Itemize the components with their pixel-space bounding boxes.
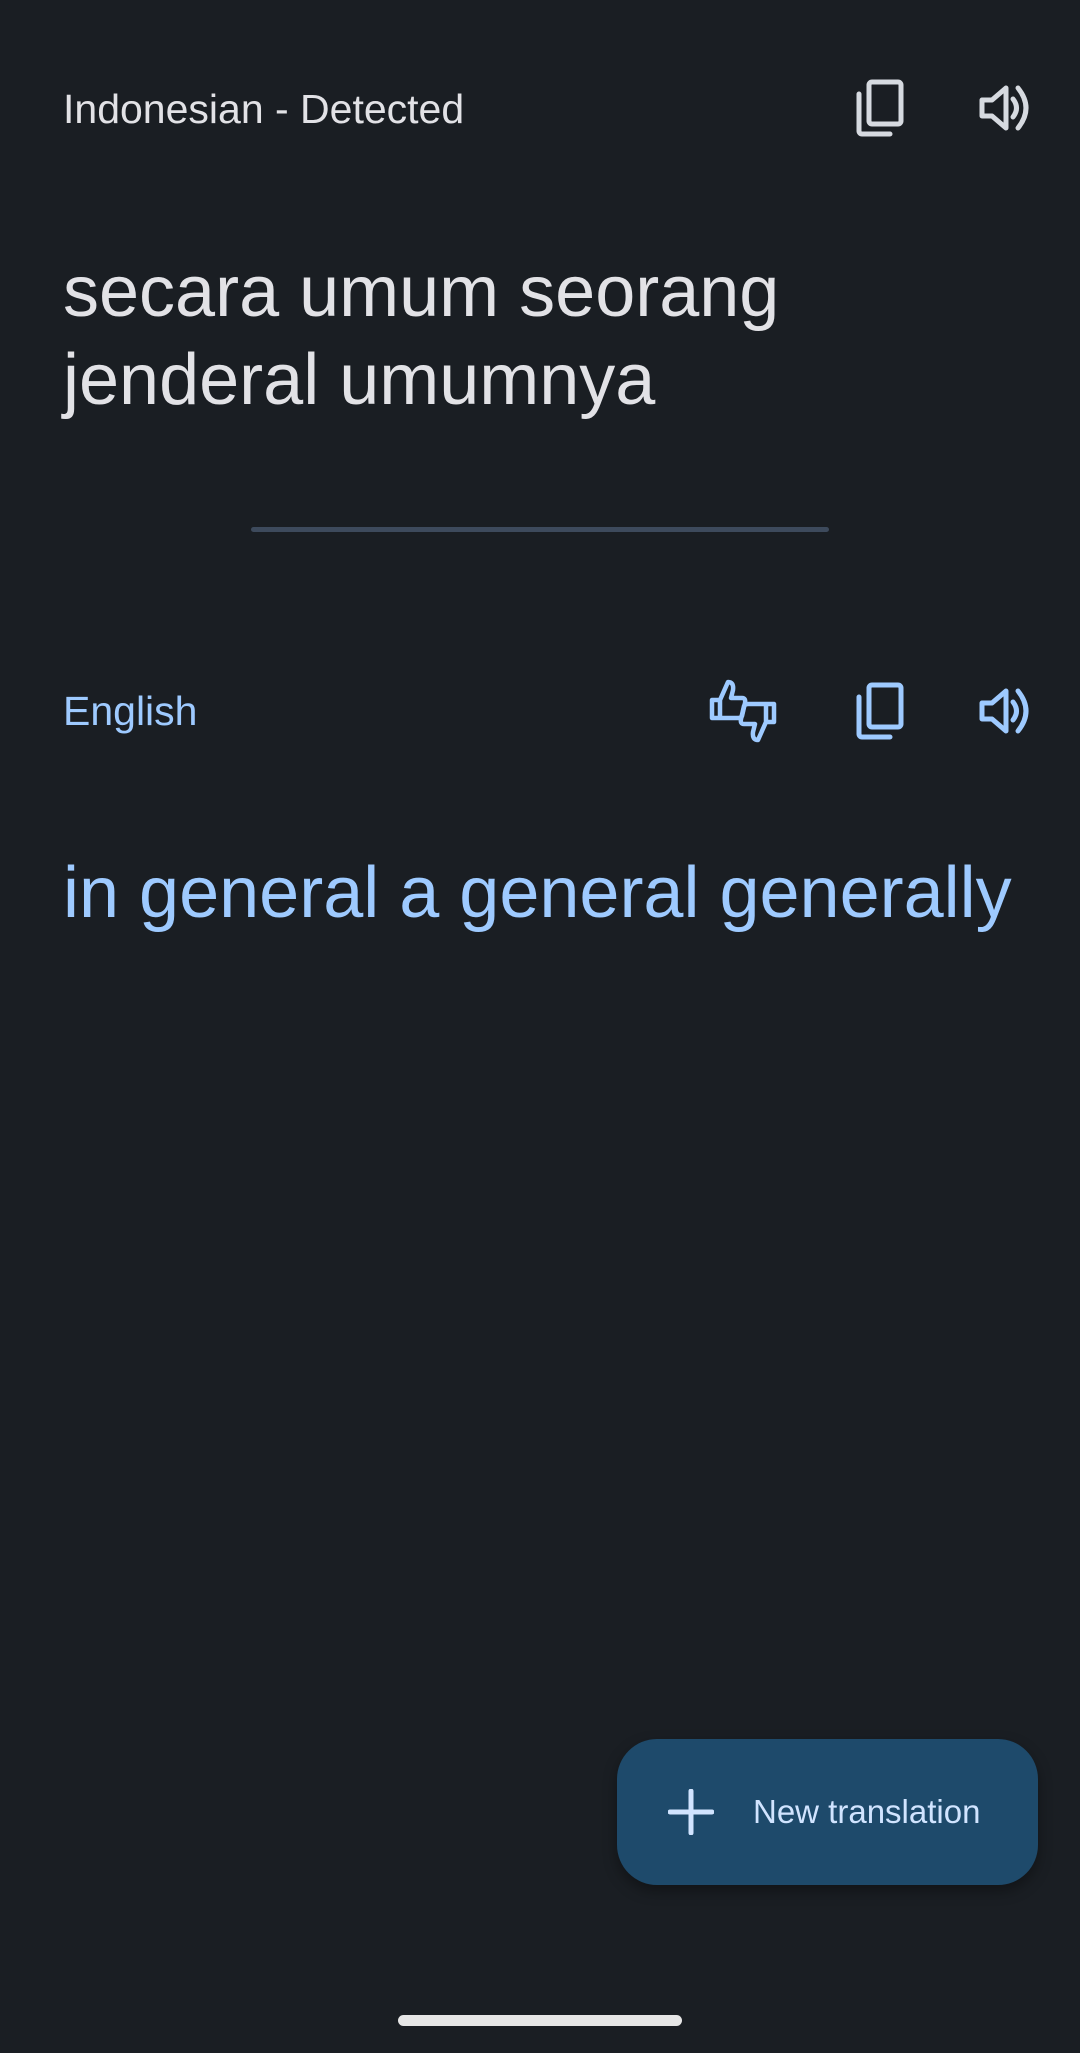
target-language-label[interactable]: English — [63, 686, 197, 736]
source-speak-button[interactable] — [965, 68, 1045, 148]
rate-translation-button[interactable] — [703, 671, 783, 751]
target-speak-button[interactable] — [965, 671, 1045, 751]
thumbs-up-down-icon — [708, 678, 778, 744]
target-copy-button[interactable] — [840, 671, 920, 751]
source-language-label[interactable]: Indonesian - Detected — [63, 84, 464, 134]
translation-screen: Indonesian - Detected secara umum seoran… — [0, 0, 1080, 2053]
source-text[interactable]: secara umum seorang jenderal umumnya — [63, 248, 1013, 424]
new-translation-label: New translation — [753, 1793, 981, 1830]
new-translation-button[interactable]: New translation — [617, 1739, 1038, 1885]
gesture-nav-handle[interactable] — [398, 2015, 682, 2026]
plus-icon — [667, 1788, 715, 1836]
source-copy-button[interactable] — [840, 68, 920, 148]
copy-icon — [854, 682, 906, 740]
target-text[interactable]: in general a general generally — [63, 848, 1053, 938]
volume-icon — [978, 686, 1032, 736]
volume-icon — [978, 83, 1032, 133]
section-divider — [251, 527, 829, 532]
copy-icon — [854, 79, 906, 137]
